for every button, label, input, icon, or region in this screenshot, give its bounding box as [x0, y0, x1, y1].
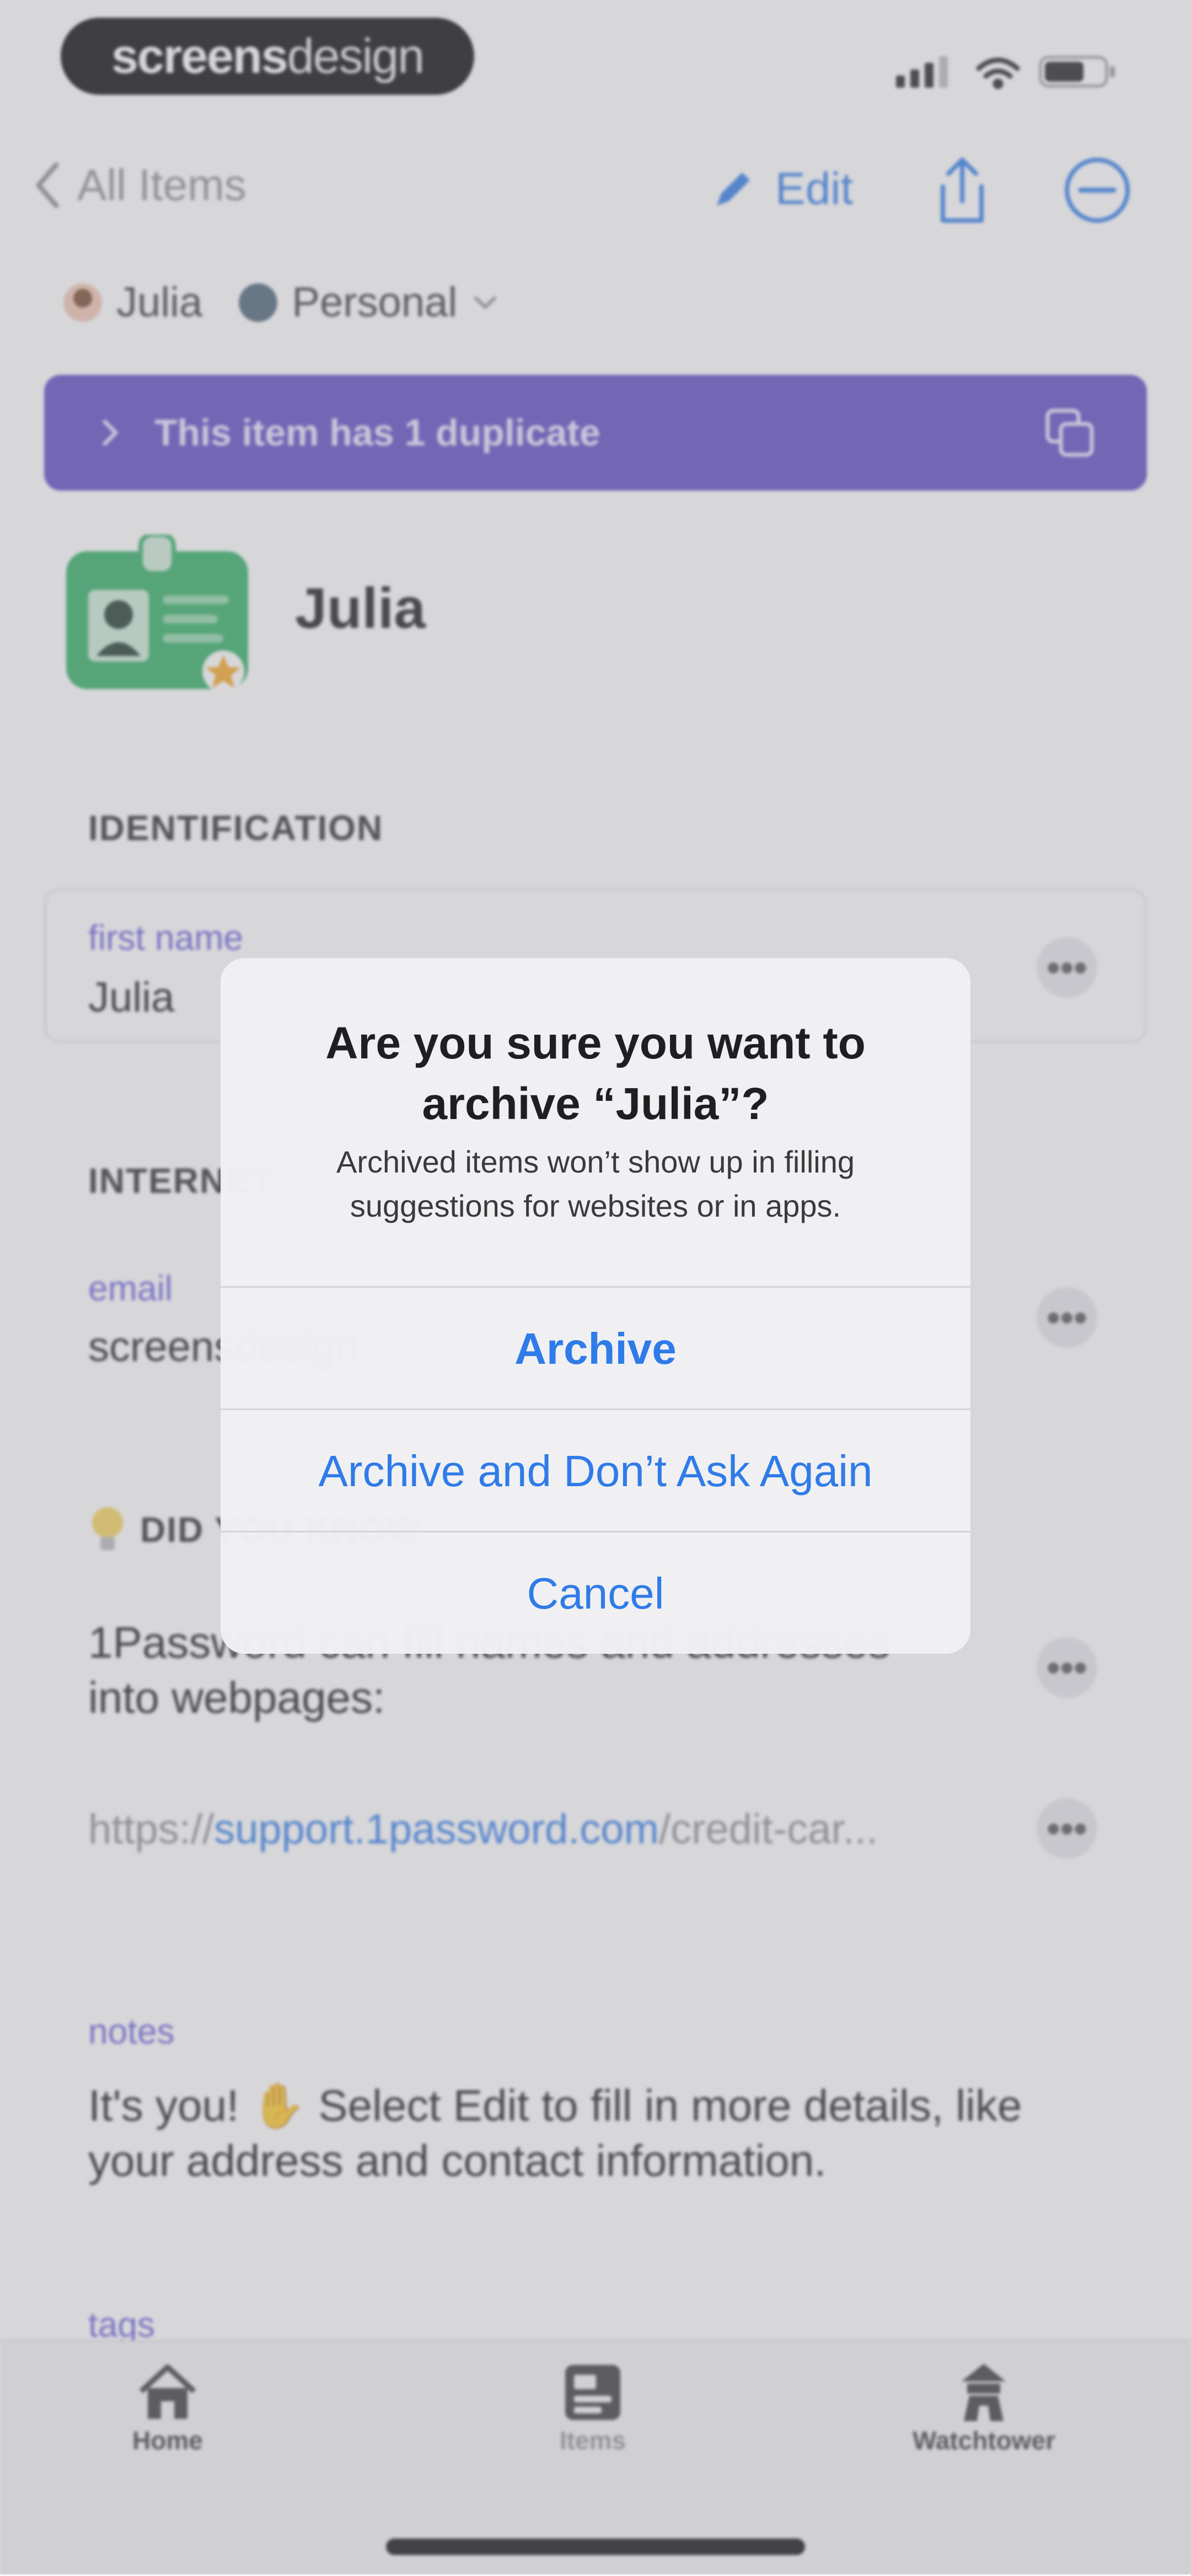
archive-button[interactable]: Archive	[221, 1286, 970, 1410]
cancel-button[interactable]: Cancel	[221, 1531, 970, 1654]
archive-alert: Are you sure you want to archive “Julia”…	[221, 958, 970, 1654]
archive-dont-ask-button[interactable]: Archive and Don’t Ask Again	[221, 1408, 970, 1532]
alert-message: Archived items won’t show up in filling …	[336, 1144, 855, 1223]
alert-title: Are you sure you want to archive “Julia”…	[325, 1018, 866, 1129]
